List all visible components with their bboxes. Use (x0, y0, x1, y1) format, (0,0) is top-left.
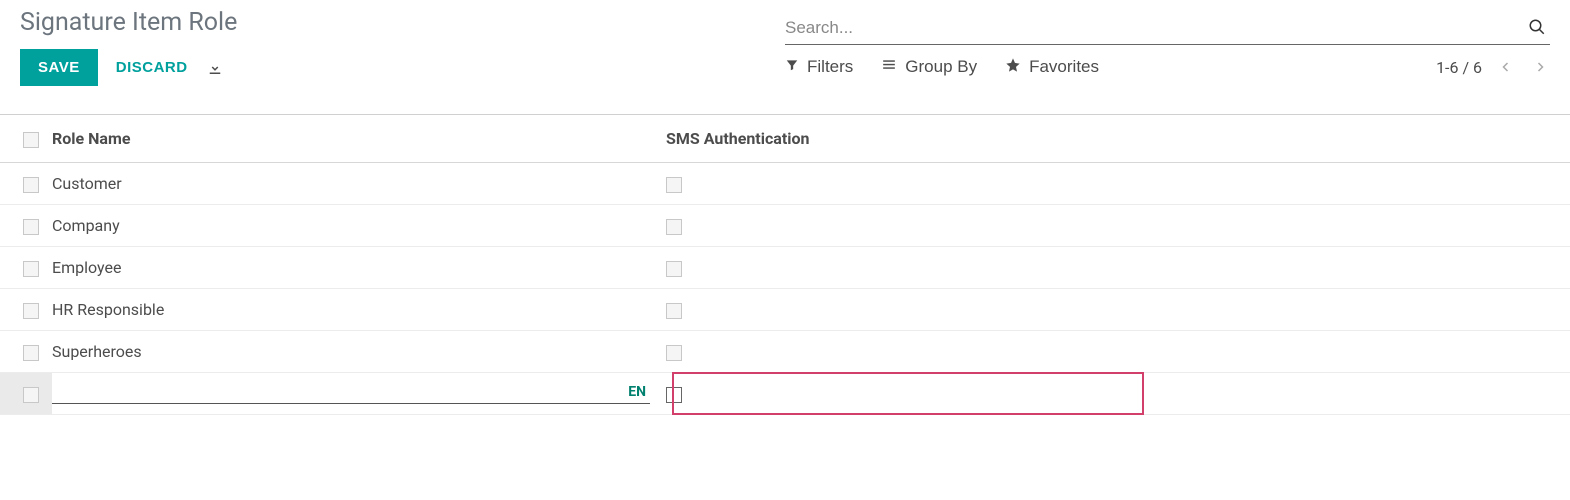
edit-row[interactable]: EN (0, 373, 1570, 415)
table-header-row: Role Name SMS Authentication (0, 115, 1570, 163)
sms-checkbox[interactable] (666, 303, 682, 319)
sms-checkbox[interactable] (666, 219, 682, 235)
page-title: Signature Item Role (20, 8, 785, 37)
table-row[interactable]: Customer (0, 163, 1570, 205)
filters-button[interactable]: Filters (785, 57, 853, 77)
col-sms-auth[interactable]: SMS Authentication (666, 115, 1570, 163)
select-all-checkbox[interactable] (23, 132, 39, 148)
discard-button[interactable]: DISCARD (116, 59, 188, 76)
table-row[interactable]: Company (0, 205, 1570, 247)
cell-role-name: HR Responsible (52, 289, 666, 331)
table-row[interactable]: Superheroes (0, 331, 1570, 373)
pager-next-button[interactable] (1530, 55, 1550, 79)
sms-checkbox[interactable] (666, 261, 682, 277)
table-row[interactable]: Employee (0, 247, 1570, 289)
pager-prev-button[interactable] (1496, 55, 1516, 79)
edit-row-highlight (672, 372, 1144, 415)
row-checkbox[interactable] (23, 303, 39, 319)
sms-checkbox[interactable] (666, 387, 682, 403)
cell-role-name: Customer (52, 163, 666, 205)
lang-badge[interactable]: EN (624, 384, 650, 400)
export-icon[interactable] (206, 59, 224, 77)
cell-role-name: Company (52, 205, 666, 247)
row-checkbox[interactable] (23, 177, 39, 193)
sms-checkbox[interactable] (666, 345, 682, 361)
row-checkbox[interactable] (23, 345, 39, 361)
list-icon (881, 57, 897, 77)
cell-role-name: Superheroes (52, 331, 666, 373)
funnel-icon (785, 57, 799, 77)
row-checkbox[interactable] (23, 387, 39, 403)
col-role-name[interactable]: Role Name (52, 115, 666, 163)
table-row[interactable]: HR Responsible (0, 289, 1570, 331)
search-input[interactable] (785, 14, 1524, 44)
role-name-input[interactable] (52, 383, 624, 401)
pager-text: 1-6 / 6 (1436, 58, 1482, 77)
row-checkbox[interactable] (23, 219, 39, 235)
row-checkbox[interactable] (23, 261, 39, 277)
groupby-button[interactable]: Group By (881, 57, 977, 77)
search-icon[interactable] (1524, 18, 1550, 40)
favorites-button[interactable]: Favorites (1005, 57, 1099, 78)
sms-checkbox[interactable] (666, 177, 682, 193)
cell-role-name: Employee (52, 247, 666, 289)
star-icon (1005, 57, 1021, 78)
save-button[interactable]: SAVE (20, 49, 98, 86)
